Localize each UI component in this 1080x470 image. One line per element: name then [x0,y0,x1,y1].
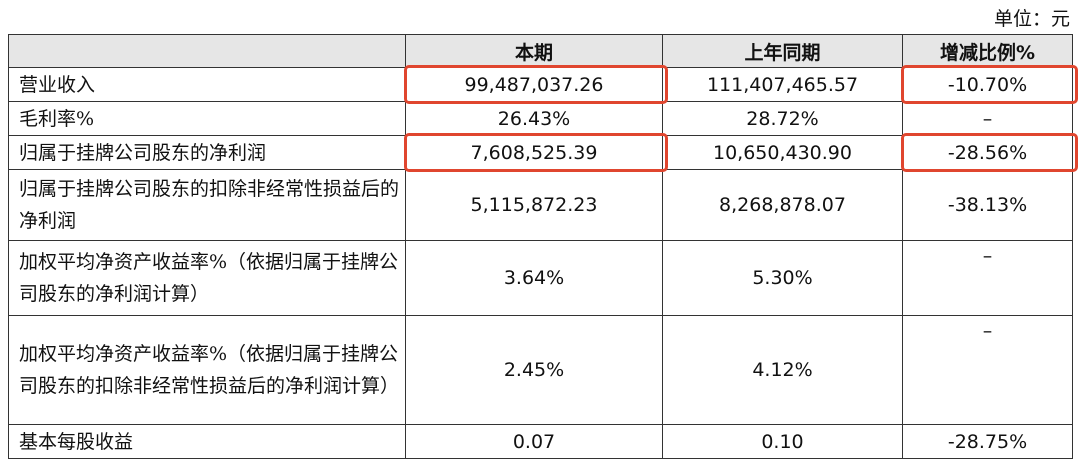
current-value-cell: 99,487,037.26 [404,65,668,104]
row-label: 毛利率% [8,101,406,136]
header-change-percent: 增减比例% [902,34,1073,68]
change-value: -10.70% [947,73,1028,96]
header-item [8,34,406,68]
prior-value: 10,650,430.90 [662,135,903,170]
change-value-cell: -28.56% [901,133,1078,172]
table-row: 加权平均净资产收益率%（依据归属于挂牌公司股东的净利润计算） 3.64% 5.3… [8,240,1073,316]
current-value: 26.43% [405,101,663,136]
header-prior-period: 上年同期 [662,34,903,68]
prior-value: 111,407,465.57 [662,67,903,102]
change-value: – [902,240,1073,316]
current-value: 7,608,525.39 [470,141,598,164]
prior-value: 8,268,878.07 [662,169,903,241]
table-row: 加权平均净资产收益率%（依据归属于挂牌公司股东的扣除非经常性损益后的净利润计算）… [8,315,1073,425]
change-value: – [902,101,1073,136]
row-label: 加权平均净资产收益率%（依据归属于挂牌公司股东的净利润计算） [8,240,406,316]
row-label: 归属于挂牌公司股东的净利润 [8,135,406,170]
current-value: 2.45% [405,315,663,425]
change-value: – [902,315,1073,425]
header-current-period: 本期 [405,34,663,68]
table-row: 营业收入 99,487,037.26 111,407,465.57 -10.70… [8,65,1078,104]
row-label: 加权平均净资产收益率%（依据归属于挂牌公司股东的扣除非经常性损益后的净利润计算） [8,315,406,425]
prior-value: 28.72% [662,101,903,136]
prior-value: 0.10 [662,424,903,459]
financial-summary-table: 本期 上年同期 增减比例% 营业收入 99,487,037.26 111,407… [8,34,1078,459]
prior-value: 5.30% [662,240,903,316]
current-value-cell: 7,608,525.39 [404,133,668,172]
unit-label: 单位：元 [993,8,1070,30]
change-value: -28.75% [902,424,1073,459]
change-value-cell: -10.70% [901,65,1078,104]
row-label: 基本每股收益 [8,424,406,459]
table-row: 归属于挂牌公司股东的扣除非经常性损益后的净利润 5,115,872.23 8,2… [8,169,1073,241]
table-header-row: 本期 上年同期 增减比例% [8,34,1073,68]
current-value: 0.07 [405,424,663,459]
row-label: 营业收入 [8,67,406,102]
change-value: -28.56% [947,141,1028,164]
prior-value: 4.12% [662,315,903,425]
change-value: -38.13% [902,169,1073,241]
current-value: 99,487,037.26 [464,73,604,96]
table-row: 归属于挂牌公司股东的净利润 7,608,525.39 10,650,430.90… [8,133,1078,172]
table-row: 毛利率% 26.43% 28.72% – [8,101,1073,136]
row-label: 归属于挂牌公司股东的扣除非经常性损益后的净利润 [8,169,406,241]
table-row: 基本每股收益 0.07 0.10 -28.75% [8,424,1073,459]
current-value: 3.64% [405,240,663,316]
current-value: 5,115,872.23 [405,169,663,241]
